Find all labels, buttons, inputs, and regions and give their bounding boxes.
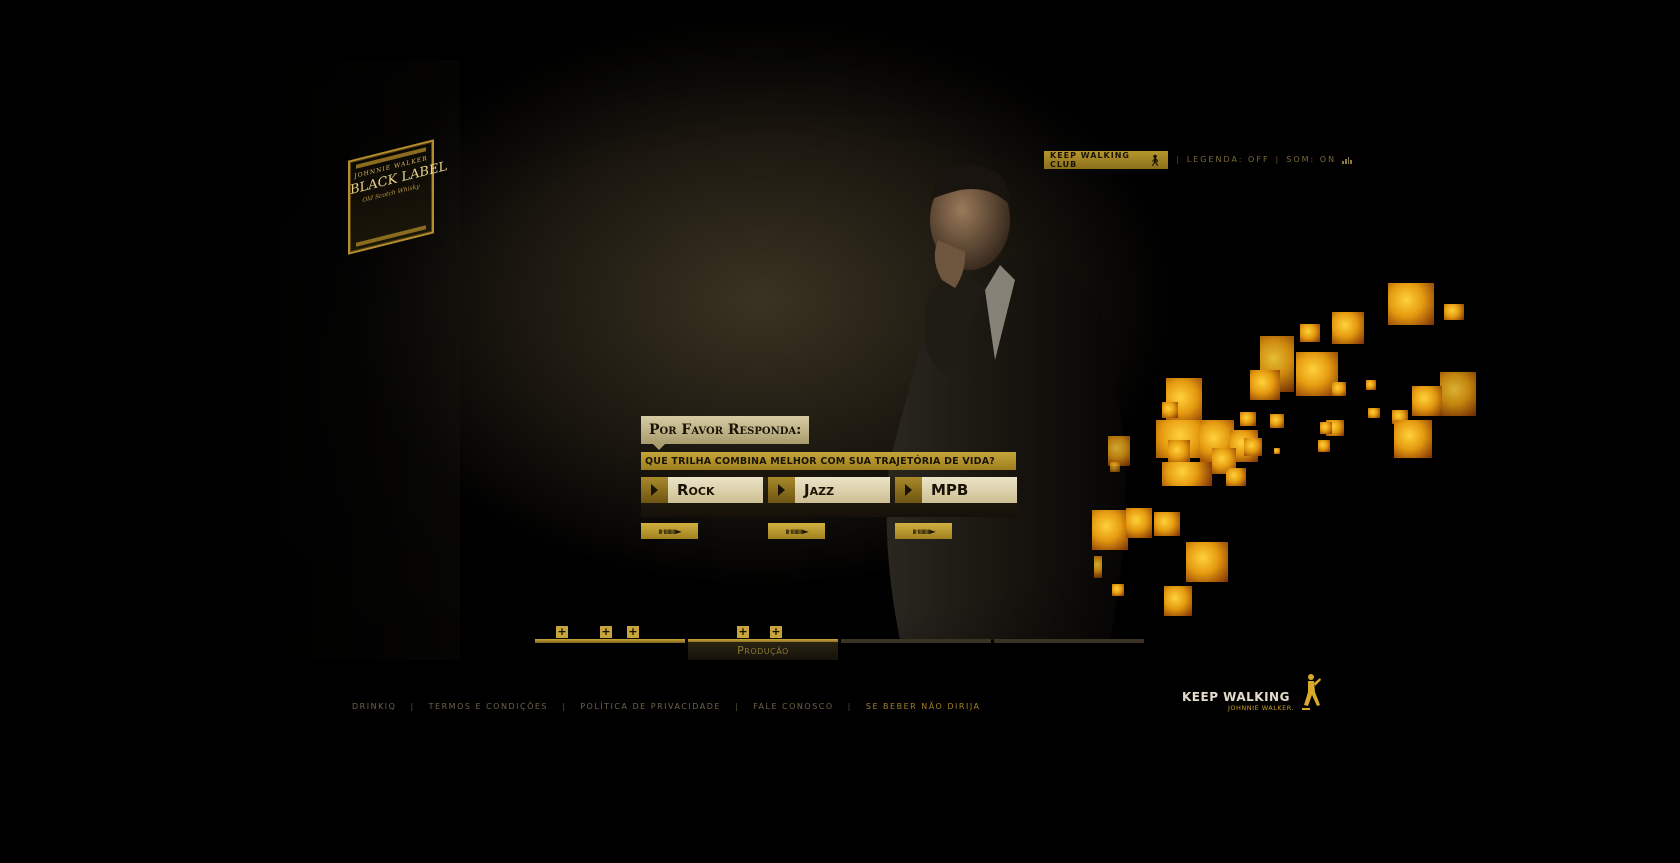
separator: |: [847, 702, 852, 711]
fire-tile: [1162, 462, 1212, 486]
fire-tile: [1300, 324, 1320, 342]
arrow-icon: ııı·ıııııııııı►: [785, 526, 809, 536]
fire-tile: [1440, 372, 1476, 416]
fire-tile: [1320, 422, 1332, 434]
arrow-icon: ııı·ıııııııııı►: [912, 526, 936, 536]
play-arrow-icon: [768, 477, 795, 503]
answer-mpb-button[interactable]: MPB: [895, 477, 1017, 503]
progress-marker[interactable]: +: [627, 626, 639, 638]
footer-link-privacy[interactable]: POLÍTICA DE PRIVACIDADE: [580, 702, 721, 711]
fire-tile: [1126, 508, 1152, 538]
arrow-icon: ııı·ıııııııııı►: [658, 526, 682, 536]
quiz-title-text: Por Favor Responda:: [649, 422, 802, 438]
select-jazz-arrow-button[interactable]: ııı·ıııııııııı►: [768, 523, 825, 539]
progress-marker[interactable]: +: [737, 626, 749, 638]
sound-toggle[interactable]: SOM: ON: [1286, 155, 1336, 164]
stage: JOHNNIE WALKER BLACK LABEL Old Scotch Wh…: [0, 0, 1680, 863]
fire-tile: [1444, 304, 1464, 320]
progress-segment: [841, 639, 991, 643]
footer-link-contact[interactable]: FALE CONOSCO: [753, 702, 834, 711]
fire-tile: [1318, 440, 1330, 452]
progress-marker[interactable]: +: [600, 626, 612, 638]
select-mpb-arrow-button[interactable]: ııı·ıııııııııı►: [895, 523, 952, 539]
fire-tile: [1186, 542, 1228, 582]
footer-link-terms[interactable]: TERMOS E CONDIÇÕES: [429, 702, 548, 711]
current-stage-label: Produção: [688, 642, 838, 660]
fire-tile: [1226, 468, 1246, 486]
legenda-toggle[interactable]: LEGENDA: OFF: [1187, 155, 1270, 164]
quiz-title: Por Favor Responda:: [641, 416, 809, 450]
fire-tile: [1394, 420, 1432, 458]
progress-segment: [994, 639, 1144, 643]
fire-tile: [1366, 380, 1376, 390]
striding-man-icon: 🚶︎: [1148, 153, 1162, 167]
fire-tile: [1154, 512, 1180, 536]
sound-bars-icon[interactable]: [1342, 156, 1353, 164]
footer-link-dont-drink-drive[interactable]: SE BEBER NÃO DIRIJA: [866, 702, 981, 711]
fire-tile: [1388, 283, 1434, 325]
footer-link-drinkiq[interactable]: DRINKIQ: [352, 702, 396, 711]
club-label: KEEP WALKING CLUB: [1050, 151, 1130, 169]
progress-segment: [535, 639, 685, 643]
brand-tagline: KEEP WALKING: [1182, 690, 1290, 704]
answer-label: MPB: [931, 481, 969, 499]
fire-tile: [1094, 556, 1102, 578]
fire-tile: [1244, 438, 1262, 456]
select-rock-arrow-button[interactable]: ııı·ıııııııııı►: [641, 523, 698, 539]
progress-marker[interactable]: +: [556, 626, 568, 638]
quiz-question-text: QUE TRILHA COMBINA MELHOR COM SUA TRAJET…: [645, 455, 996, 467]
separator: |: [734, 702, 740, 711]
separator: |: [410, 702, 415, 711]
fire-tile: [1168, 440, 1190, 464]
fire-tile: [1162, 402, 1178, 418]
keep-walking-brand[interactable]: KEEP WALKING JOHNNIE WALKER.: [1182, 672, 1322, 712]
footer-links: DRINKIQ | TERMOS E CONDIÇÕES | POLÍTICA …: [352, 702, 981, 711]
fire-tile: [1240, 412, 1256, 426]
answer-label: Rock: [677, 481, 715, 499]
fire-tile: [1332, 312, 1364, 344]
answer-rock-button[interactable]: Rock: [641, 477, 763, 503]
play-arrow-icon: [895, 477, 922, 503]
play-arrow-icon: [641, 477, 668, 503]
separator: |: [1176, 155, 1181, 164]
keep-walking-club-button[interactable]: KEEP WALKING CLUB 🚶︎: [1044, 151, 1168, 169]
answer-bar: Rock Jazz MPB: [641, 477, 1017, 517]
fire-tile: [1270, 414, 1284, 428]
striding-man-logo-icon: [1302, 674, 1321, 710]
progress-marker[interactable]: +: [770, 626, 782, 638]
fire-tile: [1332, 382, 1346, 396]
fire-tile: [1164, 586, 1192, 616]
top-links: | LEGENDA: OFF | SOM: ON: [1176, 155, 1353, 164]
fire-tile: [1274, 448, 1280, 454]
fire-tile: [1110, 462, 1120, 472]
quiz-question: QUE TRILHA COMBINA MELHOR COM SUA TRAJET…: [641, 452, 1016, 470]
fire-tile: [1412, 386, 1442, 416]
separator: |: [562, 702, 567, 711]
fire-tile: [1112, 584, 1124, 596]
fire-tile: [1092, 510, 1128, 550]
separator: |: [1275, 155, 1281, 164]
answer-label: Jazz: [804, 481, 835, 499]
answer-jazz-button[interactable]: Jazz: [768, 477, 890, 503]
brand-name: JOHNNIE WALKER.: [1228, 704, 1295, 712]
fire-tile: [1250, 370, 1280, 400]
